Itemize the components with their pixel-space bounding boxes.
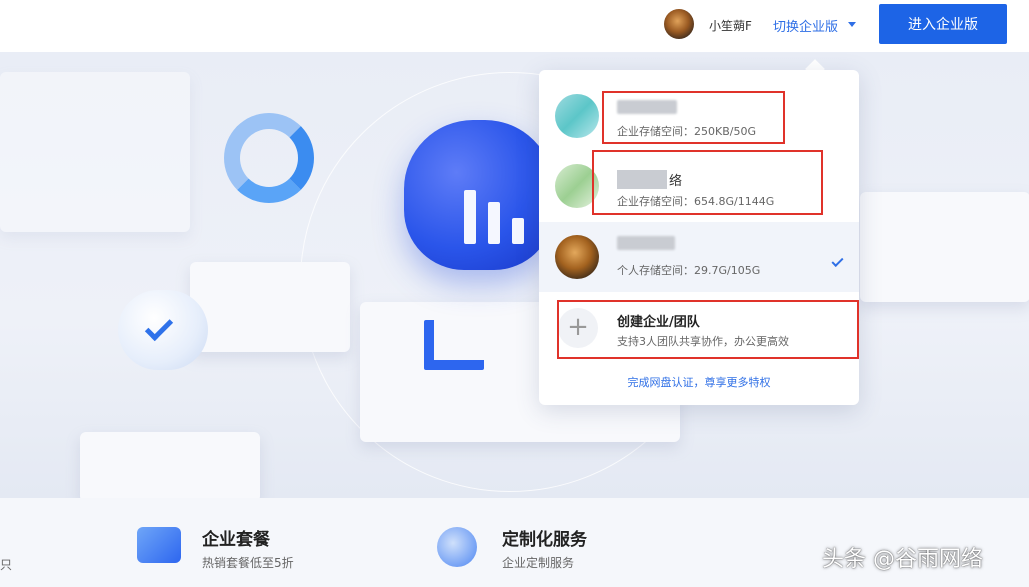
- cloud-bar-icon: [488, 202, 500, 244]
- account-avatar: [555, 235, 599, 279]
- account-name: [617, 236, 675, 250]
- decor-rail: [424, 320, 484, 370]
- decor-platform: [190, 262, 350, 352]
- cloud-bar-icon: [512, 218, 524, 244]
- hero-illustration: [0, 52, 1029, 498]
- watermark: 头条 @谷雨网络: [822, 547, 983, 572]
- switch-enterprise-link[interactable]: 切换企业版: [773, 16, 838, 35]
- feature-subtitle: 企业定制服务: [502, 556, 575, 570]
- verify-link[interactable]: 完成网盘认证，尊享更多特权: [539, 374, 859, 390]
- annotation-box: [592, 150, 823, 215]
- username[interactable]: 小笙蒴F: [709, 17, 752, 34]
- cloud-icon: [404, 120, 554, 270]
- feature-edge-text: 只: [0, 558, 13, 572]
- feature-title[interactable]: 企业套餐: [202, 525, 270, 550]
- account-avatar: [555, 94, 599, 138]
- annotation-box: [602, 91, 785, 144]
- decor-platform: [860, 192, 1029, 302]
- user-avatar[interactable]: [664, 9, 694, 39]
- decor-platform: [0, 72, 190, 232]
- feature-title[interactable]: 定制化服务: [502, 525, 587, 550]
- account-storage: 个人存储空间：29.7G/105G: [617, 264, 761, 277]
- account-item-selected[interactable]: 个人存储空间：29.7G/105G: [539, 222, 859, 292]
- top-bar: 小笙蒴F 切换企业版 进入企业版: [0, 0, 1029, 52]
- ticket-icon: [137, 527, 181, 563]
- donut-chart-icon: [224, 113, 314, 203]
- heart-service-icon: [437, 527, 477, 567]
- decor-platform: [80, 432, 260, 498]
- cloud-bar-icon: [464, 190, 476, 244]
- enter-enterprise-button[interactable]: 进入企业版: [879, 4, 1007, 44]
- caret-down-icon[interactable]: [848, 22, 856, 27]
- annotation-box: [557, 300, 859, 359]
- feature-subtitle: 热销套餐低至5折: [202, 556, 294, 570]
